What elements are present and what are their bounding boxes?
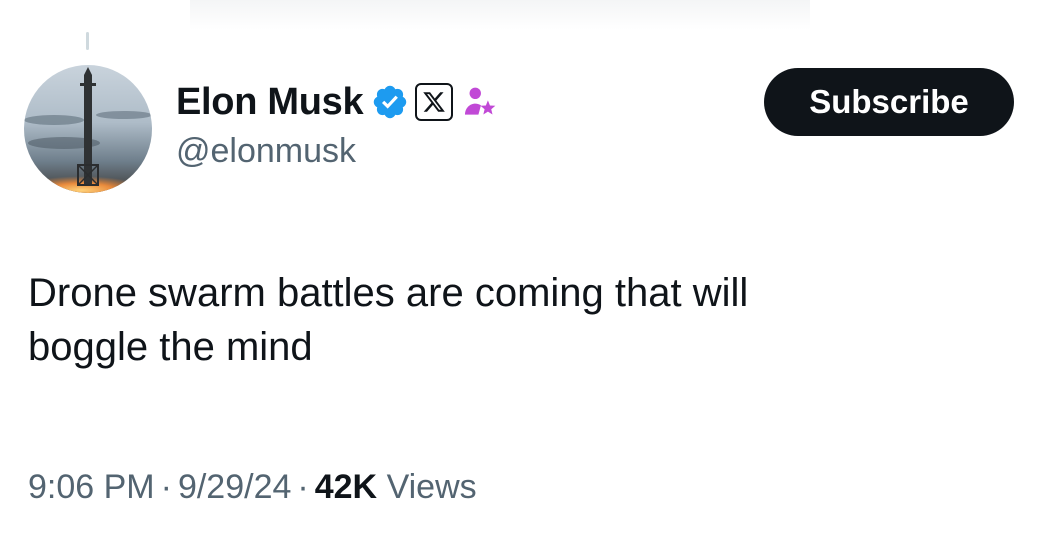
verified-badge-icon[interactable]: [371, 83, 409, 121]
views-count: 42K: [314, 468, 378, 506]
views-label: Views: [386, 468, 477, 506]
tweet-text-line: boggle the mind: [28, 325, 313, 369]
person-star-icon: [461, 83, 499, 121]
top-divider-strip: [190, 0, 810, 30]
tweet-meta: 9:06 PM · 9/29/24 · 42K Views: [28, 468, 477, 507]
author-display-name[interactable]: Elon Musk: [176, 81, 364, 124]
tweet-text: Drone swarm battles are coming that will…: [28, 266, 1028, 374]
thread-line: [86, 32, 89, 50]
author-name-row: Elon Musk: [176, 78, 499, 126]
subscribe-button[interactable]: Subscribe: [764, 68, 1014, 136]
tweet-text-line: Drone swarm battles are coming that will: [28, 271, 749, 315]
meta-separator: ·: [297, 468, 309, 506]
avatar[interactable]: [24, 65, 152, 193]
x-affiliation-icon[interactable]: [415, 83, 454, 121]
meta-separator: ·: [160, 468, 172, 506]
tweet-time[interactable]: 9:06 PM: [28, 468, 155, 506]
author-handle[interactable]: @elonmusk: [176, 132, 356, 171]
tweet-date[interactable]: 9/29/24: [178, 468, 291, 506]
